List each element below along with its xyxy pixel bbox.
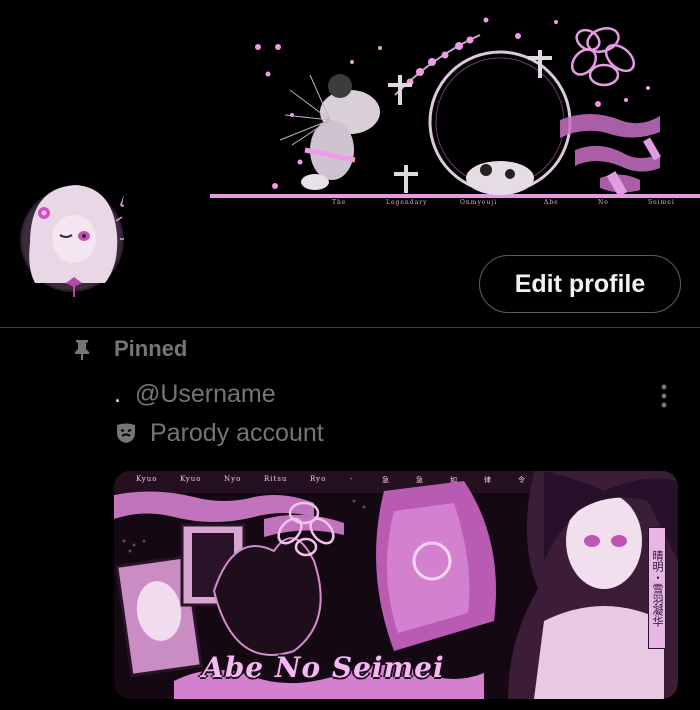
media-topline: Kyuo Kyuo Nyo Ritsu Ryo - 急 急 如 律 令 — [114, 475, 678, 489]
divider — [0, 327, 700, 328]
avatar-image — [20, 185, 132, 297]
theater-mask-icon — [117, 423, 135, 443]
display-name[interactable]: . — [114, 380, 121, 409]
parody-label: Parody account — [150, 418, 324, 447]
media-title: Abe No Seimei — [202, 651, 445, 684]
media-topline-word: Kyuo — [180, 475, 202, 483]
media-vertical-label: 晴明・雪羽凝华 — [648, 527, 666, 649]
pinned-label: Pinned — [114, 336, 188, 361]
pinned-indicator: Pinned — [72, 334, 187, 364]
banner-caption-word: Seimei — [648, 199, 675, 206]
media-topline-word: - — [350, 475, 354, 483]
media-topline-word: 令 — [518, 476, 526, 484]
media-topline-word: 律 — [484, 476, 492, 484]
banner-caption-word: Legendary — [386, 199, 428, 206]
media-topline-word: Kyuo — [136, 475, 158, 483]
banner-caption: The Legendary Onmyouji Abe No Seimei — [300, 199, 700, 211]
banner-caption-word: Abe — [544, 199, 559, 206]
tweet-media-image[interactable]: Kyuo Kyuo Nyo Ritsu Ryo - 急 急 如 律 令 晴明・雪… — [114, 471, 678, 699]
username-handle[interactable]: @Username — [135, 380, 276, 409]
banner-caption-word: No — [598, 199, 609, 206]
media-topline-word: 急 — [416, 476, 424, 484]
more-vertical-icon[interactable] — [654, 383, 674, 409]
pin-icon — [75, 340, 89, 360]
avatar[interactable] — [20, 173, 132, 299]
edit-profile-button[interactable]: Edit profile — [479, 255, 681, 313]
media-topline-word: 急 — [382, 476, 390, 484]
parody-account-label: Parody account — [114, 417, 324, 449]
media-topline-word: 如 — [450, 476, 458, 484]
media-topline-word: Nyo — [224, 475, 242, 483]
banner-caption-word: Onmyouji — [460, 199, 498, 206]
banner-caption-word: The — [332, 199, 347, 206]
media-topline-word: Ritsu — [264, 475, 288, 483]
media-topline-word: Ryo — [310, 475, 327, 483]
tweet-author[interactable]: . @Username — [114, 378, 276, 410]
